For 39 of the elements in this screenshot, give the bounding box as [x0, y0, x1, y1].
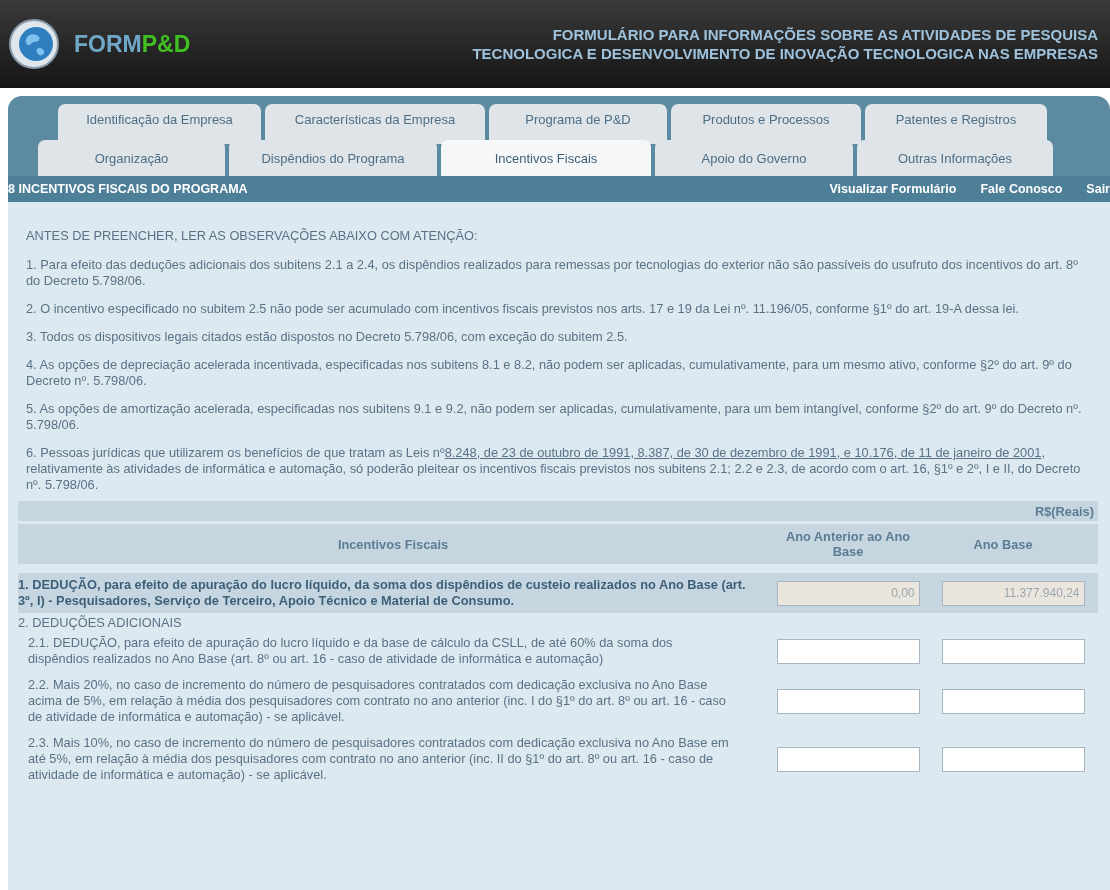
note-text: 4. As opções de depreciação acelerada incentivada, especificadas nos subitens 8.1 e 8.2, não podem ser aplicadas, cumulativamente, para um mesmo ativo, conforme §2º do art. 9º do Decreto nº. 5.798/06. — [26, 357, 1073, 389]
tab[interactable]: Apoio do Governo — [655, 140, 853, 176]
nav-link[interactable]: Sair — [1086, 182, 1110, 196]
note-text: 6. Pessoas jurídicas que utilizarem os benefícios de que tratam as Leis nº8.248, de 23 de outubro de 1991, 8.387, de 30 de dezembro de 1991, e 10.176, de 11 de janeiro de 2001, relativamente às atividades de informática e automação, só poderão pleitear os incentivos fiscais previstos nos subitens 2.1; 2.2 e 2.3, de acordo com o art. 16, §1º e 2º, I e II, do Decreto nº. 5.798/06. — [26, 445, 1082, 493]
row-label: 2.2. Mais 20%, no caso de incremento do número de pesquisadores contratados com dedicação exclusiva no Ano Base acima de 5%, em relação à média dos pesquisadores com contrato no ano anterior (inc. I do §1º do art. 8º ou art. 16 - caso de atividade de informática e automação) - se aplicável. — [27, 677, 727, 725]
column-header: Incentivos Fiscais — [336, 536, 450, 552]
column-header: Ano Base — [972, 536, 1034, 552]
section-title: 8 INCENTIVOS FISCAIS DO PROGRAMA — [8, 182, 248, 196]
header-title: FORMULÁRIO PARA INFORMAÇÕES SOBRE AS ATIVIDADES DE PESQUISA — [551, 25, 1098, 44]
nav-link[interactable]: Visualizar Formulário — [829, 182, 957, 196]
amount-field[interactable] — [941, 638, 1085, 664]
amount-field[interactable] — [941, 688, 1085, 714]
nav-link[interactable]: Fale Conosco — [980, 182, 1063, 196]
amount-field[interactable] — [776, 638, 920, 664]
tab[interactable]: Organização — [38, 140, 225, 176]
row-label: 2.3. Mais 10%, no caso de incremento do número de pesquisadores contratados com dedicação exclusiva no Ano Base em até 5%, em relação à média dos pesquisadores com contrato no ano anterior (inc. II do §1º do art. 8º ou art. 16 - caso de atividade de informática e automação) - se aplicável. — [27, 735, 730, 783]
amount-field[interactable] — [776, 746, 920, 772]
amount-field[interactable] — [776, 688, 920, 714]
tab[interactable]: Identificação da Empresa — [58, 104, 261, 144]
tab[interactable]: Produtos e Processos — [671, 104, 861, 144]
group-label: 2. DEDUÇÕES ADICIONAIS — [18, 614, 182, 630]
row-label: 1. DEDUÇÃO, para efeito de apuração do lucro líquido, da soma dos dispêndios de custeio realizados no Ano Base (art. 3º, I) - Pesquisadores, Serviço de Terceiro, Apoio Técnico e Material de Consumo. — [18, 577, 747, 609]
tab[interactable]: Incentivos Fiscais — [441, 140, 651, 176]
note-text: 5. As opções de amortização acelerada, especificadas nos subitens 9.1 e 9.2, não podem ser aplicadas, cumulativamente, para um bem intangível, conforme §2º do art. 9º do Decreto nº. 5.798/06. — [26, 401, 1083, 433]
app-logo-text: FORMP&D — [74, 30, 191, 58]
row-label: 2.1. DEDUÇÃO, para efeito de apuração do lucro líquido e da base de cálculo da CSLL, de até 60% da soma dos dispêndios realizados no Ano Base (art. 8º ou art. 16 - caso de atividade de informática e automação) — [27, 635, 674, 667]
tab[interactable]: Outras Informações — [857, 140, 1053, 176]
amount-field[interactable] — [941, 746, 1085, 772]
tab[interactable]: Características da Empresa — [265, 104, 485, 144]
note-text: 2. O incentivo especificado no subitem 2.5 não pode ser acumulado com incentivos fiscais previstos nos arts. 17 e 19 da Lei nº. 11.196/05, conforme §1º do art. 19-A dessa lei. — [26, 301, 1020, 317]
note-text: 1. Para efeito das deduções adicionais dos subitens 2.1 a 2.4, os dispêndios realizados para remessas por tecnologias do exterior não são passíveis do usufruto dos incentivos do art. 8º do Decreto 5.798/06. — [26, 257, 1079, 289]
tab[interactable]: Dispêndios do Programa — [229, 140, 437, 176]
notice-text: ANTES DE PREENCHER, LER AS OBSERVAÇÕES ABAIXO COM ATENÇÃO: — [26, 228, 479, 243]
unit-label: R$(Reais) — [1034, 503, 1094, 519]
note-text: 3. Todos os dispositivos legais citados estão dispostos no Decreto 5.798/06, com exceção do subitem 2.5. — [26, 329, 629, 345]
globe-icon — [8, 18, 60, 70]
tab[interactable]: Programa de P&D — [489, 104, 667, 144]
column-header: Ano Anterior ao Ano Base — [784, 529, 912, 559]
header-title: TECNOLOGICA E DESENVOLVIMENTO DE INOVAÇÃO TECNOLOGICA NAS EMPRESAS — [472, 44, 1098, 63]
